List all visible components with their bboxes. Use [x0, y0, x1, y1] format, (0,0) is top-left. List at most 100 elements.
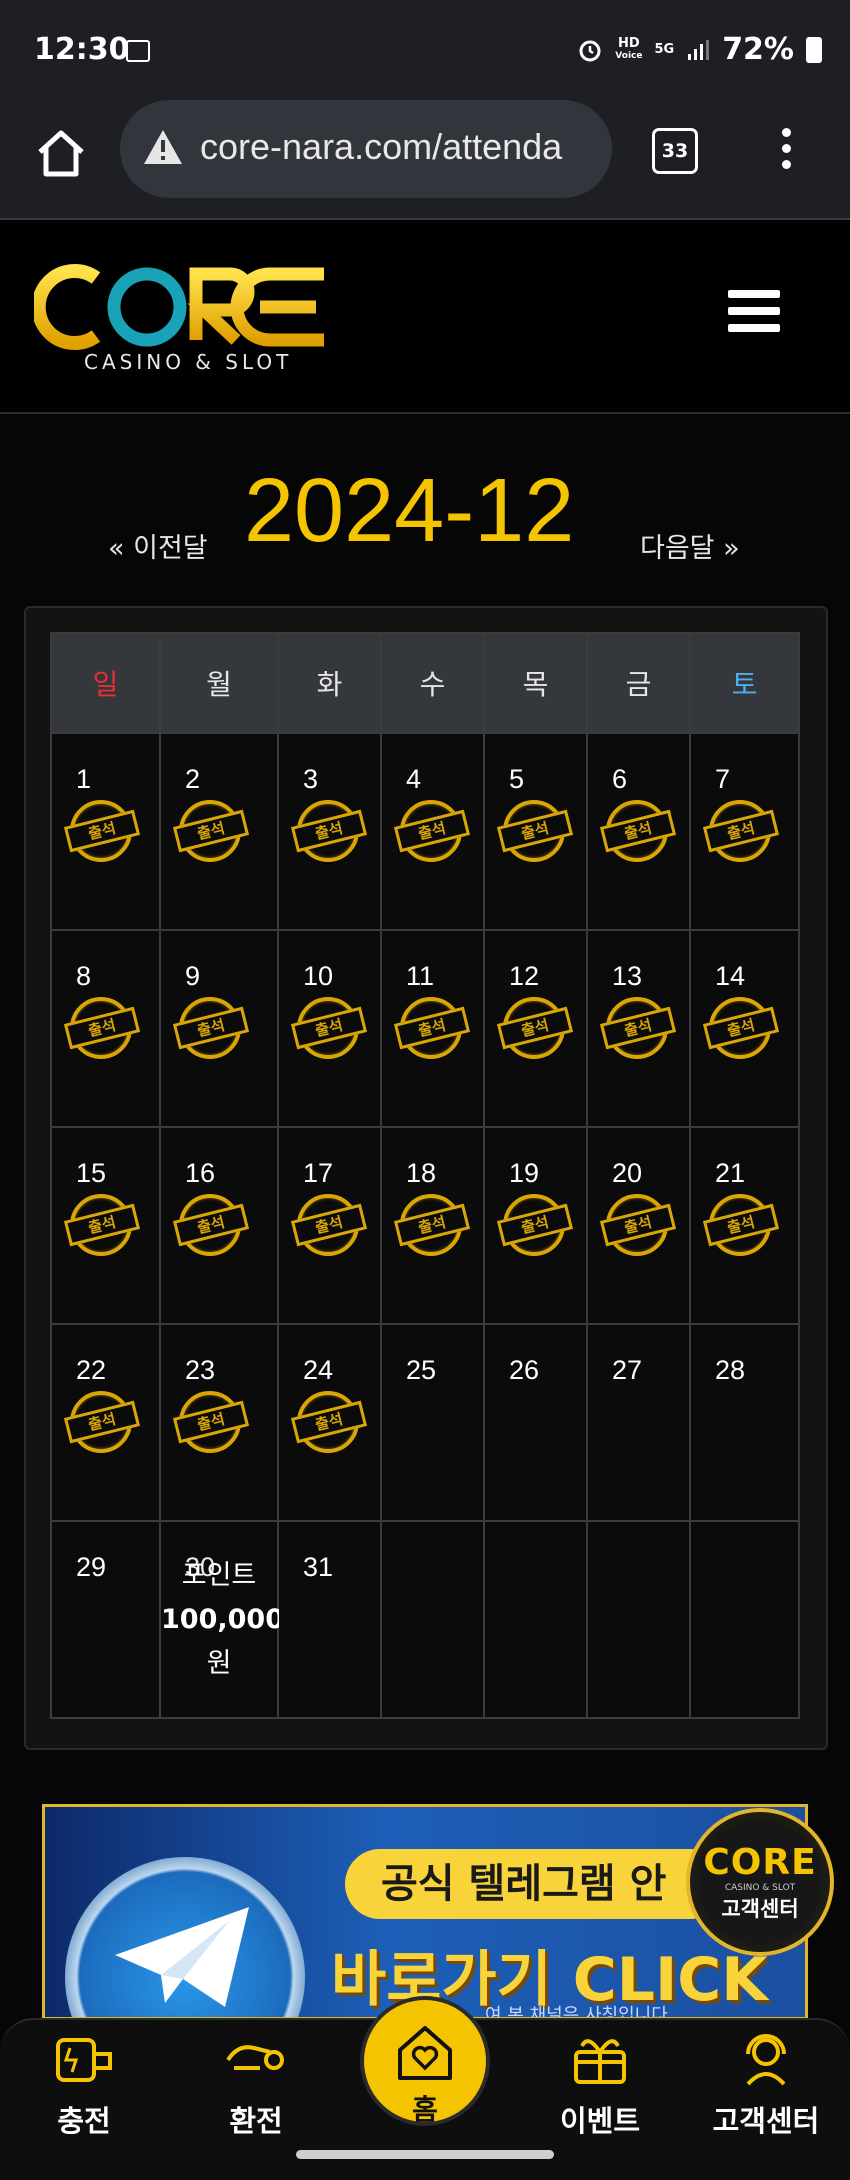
calendar-day-cell: 13 출석 [586, 929, 691, 1128]
attendance-stamp-icon: 출석 [290, 997, 369, 1061]
url-text[interactable]: core-nara.com/attenda [200, 126, 600, 168]
calendar-day-cell: 26 [483, 1323, 588, 1522]
browser-menu-icon[interactable] [782, 128, 791, 176]
weekday-thursday: 목 [483, 632, 588, 734]
calendar-empty-cell [586, 1520, 691, 1719]
calendar-day-cell: 4 출석 [380, 732, 485, 931]
logo-subtitle: CASINO & SLOT [84, 350, 293, 374]
exchange-icon [226, 2045, 284, 2070]
calendar-week-row: 15 출석 16 출석 17 출석 18 출석 19 출석 20 출석 21 출석 [50, 1126, 800, 1325]
calendar-empty-cell [380, 1520, 485, 1719]
prev-month-link[interactable]: « 이전달 [108, 526, 208, 565]
day-number: 2 [185, 764, 201, 794]
day-number: 15 [76, 1158, 107, 1188]
nav-charge[interactable]: 충전 [24, 2030, 144, 2140]
day-number: 5 [509, 764, 525, 794]
weekday-saturday: 토 [689, 632, 800, 734]
gift-icon [574, 2039, 626, 2084]
calendar-day-cell: 15 출석 [50, 1126, 161, 1325]
attendance-stamp-icon: 출석 [702, 800, 781, 864]
network-5g-icon: 5G [654, 42, 675, 57]
badge-subtitle: CASINO & SLOT [724, 1883, 796, 1893]
calendar-day-cell: 25 [380, 1323, 485, 1522]
calendar-day-cell: 21 출석 [689, 1126, 800, 1325]
calendar-day-cell: 29 [50, 1520, 161, 1719]
home-icon[interactable] [34, 126, 88, 180]
day-number: 30 [185, 1552, 216, 1582]
badge-label: 고객센터 [721, 1897, 799, 1921]
weekday-tuesday: 화 [277, 632, 382, 734]
calendar-day-cell: 6 출석 [586, 732, 691, 931]
calendar-body: 1 출석 2 출석 3 출석 4 출석 5 출석 6 출석 7 출석 8 출석 9 출석 10 출석 11 출석 12 출석 1… [50, 732, 800, 1719]
day-number: 1 [76, 764, 92, 794]
weekday-friday: 금 [586, 632, 691, 734]
day-number: 29 [76, 1552, 107, 1582]
attendance-stamp-icon: 출석 [599, 1194, 678, 1258]
banner-headline: 공식 텔레그램 안 [345, 1849, 725, 1919]
nav-support[interactable]: 고객센터 [706, 2030, 826, 2140]
attendance-stamp-icon: 출석 [172, 997, 251, 1061]
day-number: 11 [406, 961, 435, 991]
url-bar[interactable]: core-nara.com/attenda [120, 100, 612, 198]
calendar-day-cell: 23 출석 [159, 1323, 279, 1522]
weekday-wednesday: 수 [380, 632, 485, 734]
attendance-stamp-icon: 출석 [290, 1391, 369, 1455]
day-number: 22 [76, 1355, 107, 1385]
attendance-stamp-icon: 출석 [63, 1391, 142, 1455]
home-button[interactable]: 홈 [360, 1996, 490, 2126]
calendar-day-cell: 3 출석 [277, 732, 382, 931]
calendar-day-cell: 16 출석 [159, 1126, 279, 1325]
calendar-day-cell: 10 출석 [277, 929, 382, 1128]
nav-event[interactable]: 이벤트 [540, 2030, 660, 2140]
day-number: 21 [715, 1158, 746, 1188]
home-label: 홈 [412, 2093, 438, 2126]
day-number: 12 [509, 961, 540, 991]
day-number: 14 [715, 961, 746, 991]
attendance-stamp-icon: 출석 [599, 800, 678, 864]
calendar-day-cell: 18 출석 [380, 1126, 485, 1325]
day-number: 17 [303, 1158, 334, 1188]
day-number: 18 [406, 1158, 437, 1188]
battery-icon [806, 36, 822, 63]
day-number: 7 [715, 764, 731, 794]
calendar-day-cell: 27 [586, 1323, 691, 1522]
attendance-stamp-icon: 출석 [599, 997, 678, 1061]
warning-icon[interactable] [142, 128, 184, 166]
attendance-stamp-icon: 출석 [496, 1194, 575, 1258]
day-number: 23 [185, 1355, 216, 1385]
calendar-day-cell: 12 출석 [483, 929, 588, 1128]
day-number: 25 [406, 1355, 437, 1385]
day-number: 27 [612, 1355, 643, 1385]
headset-icon [746, 2034, 786, 2086]
customer-center-badge[interactable]: CORE CASINO & SLOT 고객센터 [686, 1808, 834, 1956]
calendar-day-cell: 19 출석 [483, 1126, 588, 1325]
calendar-day-cell: 20 출석 [586, 1126, 691, 1325]
day-number: 6 [612, 764, 628, 794]
hamburger-menu-icon[interactable] [728, 290, 780, 341]
day-number: 16 [185, 1158, 216, 1188]
calendar-empty-cell [483, 1520, 588, 1719]
attendance-stamp-icon: 출석 [393, 800, 472, 864]
status-icons: HD Voice 5G 72% [577, 32, 822, 67]
calendar-day-cell: 5 출석 [483, 732, 588, 931]
calendar-day-cell: 22 출석 [50, 1323, 161, 1522]
status-bar: 12:30 HD Voice 5G 72% [0, 0, 850, 100]
nav-charge-label: 충전 [57, 2104, 111, 2138]
attendance-stamp-icon: 출석 [290, 800, 369, 864]
day-number: 19 [509, 1158, 540, 1188]
core-logo[interactable] [34, 256, 334, 356]
calendar-week-row: 29 포인트 100,000 원 30 31 [50, 1520, 800, 1719]
home-heart-icon [398, 2026, 452, 2080]
battery-percent: 72% [722, 32, 794, 67]
calendar-empty-cell [689, 1520, 800, 1719]
hd-voice-icon: HD Voice [615, 35, 643, 61]
next-month-link[interactable]: 다음달 » [640, 526, 740, 565]
month-title: 2024-12 [244, 461, 575, 561]
calendar-week-row: 1 출석 2 출석 3 출석 4 출석 5 출석 6 출석 7 출석 [50, 732, 800, 931]
status-time: 12:30 [34, 32, 130, 67]
weekday-sunday: 일 [50, 632, 161, 734]
nav-exchange-label: 환전 [229, 2104, 283, 2138]
gesture-bar [296, 2150, 554, 2159]
tab-count-button[interactable]: 33 [652, 128, 698, 174]
nav-exchange[interactable]: 환전 [196, 2030, 316, 2140]
